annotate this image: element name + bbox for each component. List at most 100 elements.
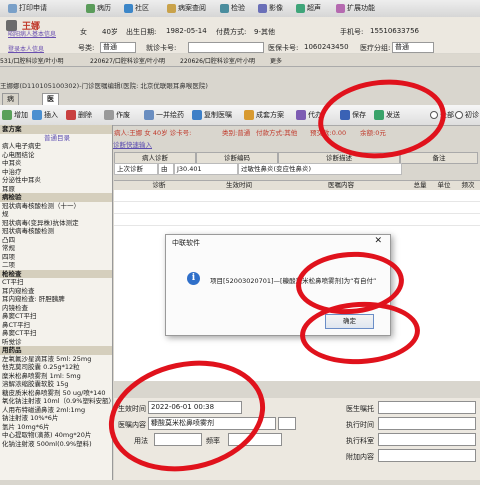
catalog-item[interactable]: 二项 — [0, 261, 112, 270]
image-button[interactable]: 影像 — [258, 3, 283, 13]
type-label: 号类: — [78, 44, 95, 52]
exec-time-field[interactable] — [378, 417, 476, 430]
ultrasound-button[interactable]: 超声 — [296, 3, 321, 13]
exec-dept-field[interactable] — [378, 433, 476, 446]
col-header: 单位 — [432, 181, 457, 190]
close-icon[interactable]: ✕ — [374, 236, 382, 246]
community-button[interactable]: 社区 — [124, 3, 149, 13]
card-field[interactable] — [188, 42, 264, 53]
catalog-item[interactable]: 规 — [0, 210, 112, 219]
age-value: 40岁 — [102, 28, 118, 36]
recent-visits-row: 531/口腔科诊室/叶小明 220627/口腔科诊室/叶小明 220626/口腔… — [0, 54, 480, 67]
diag-row-code[interactable]: J30.401 — [174, 163, 238, 175]
info-type: 类别:普通 — [222, 129, 251, 137]
exec-time-label: 执行时间 — [346, 421, 374, 429]
visit-tab[interactable]: 531/口腔科诊室/叶小明 — [0, 56, 64, 65]
diag-row-label[interactable]: 上次诊断 — [114, 163, 158, 175]
catalog-item[interactable]: 糖皮质米松鼻喷雾剂 50 ug/喷*140 — [0, 389, 112, 398]
diagnosis-quick-link[interactable]: 诊断快速输入 — [113, 139, 152, 149]
catalog-category[interactable]: 用药品 — [0, 346, 112, 355]
catalog-item[interactable]: 耳内窥检查 — [0, 287, 112, 296]
print-request-button[interactable]: 打印申请 — [8, 3, 47, 13]
merge-button[interactable]: 一并绘药 — [144, 110, 184, 120]
catalog-item[interactable]: 中心提取物(滴蒸) 40mg*20片 — [0, 431, 112, 440]
visit-tab[interactable]: 220627/口腔科诊室/叶小明 — [90, 56, 165, 65]
catalog-item[interactable]: 糜米松鼻喷雾剂 1ml: 5mg — [0, 372, 112, 381]
visit-tab[interactable]: 220626/口腔科诊室/叶小明 — [180, 56, 255, 65]
med-card-label: 医保卡号: — [268, 44, 299, 52]
community-icon — [124, 3, 133, 13]
login-info-link[interactable]: 登录本人信息 — [8, 44, 44, 53]
insert-button[interactable]: 插入 — [32, 110, 58, 120]
extend-icon — [336, 3, 345, 13]
catalog-item[interactable]: 凸四 — [0, 236, 112, 245]
package-icon — [244, 110, 254, 120]
doctor-note-field[interactable] — [378, 401, 476, 414]
catalog-item[interactable]: CT平扫 — [0, 278, 112, 287]
catalog-item[interactable]: 耳原 — [0, 185, 112, 194]
package-button[interactable]: 成套方案 — [244, 110, 284, 120]
catalog-category[interactable]: 套方案 — [0, 125, 112, 134]
catalog-item[interactable]: 听觉诊 — [0, 338, 112, 347]
card-label: 就诊卡号: — [146, 44, 177, 52]
catalog-item[interactable]: 冠状病毒核酸检测 — [0, 227, 112, 236]
catalog-item[interactable]: 耳内窥检查: 肝胆胰脾 — [0, 295, 112, 304]
catalog-item[interactable]: 溶解浓缩胶囊软胶 15g — [0, 380, 112, 389]
catalog-item[interactable]: 冠状病毒核酸检测（十一） — [0, 202, 112, 211]
image-icon — [258, 3, 267, 13]
catalog-item[interactable]: 心电图结论 — [0, 151, 112, 160]
merge-icon — [144, 110, 154, 120]
catalog-item[interactable]: 病人电子病史 — [0, 142, 112, 151]
catalog-category[interactable]: 枪检查 — [0, 269, 112, 278]
catalog-item[interactable]: 氧化钠注射液 10ml（0.9%塑料安瓿） — [0, 397, 112, 406]
catalog-item[interactable]: 左氧氟沙星滴耳液 5ml: 25mg — [0, 355, 112, 364]
info-icon: i — [187, 272, 200, 285]
group-field[interactable]: 普通 — [392, 42, 434, 53]
archive-icon — [167, 3, 176, 13]
doctor-note-label: 医生嘱托 — [346, 405, 374, 413]
insert-icon — [32, 110, 42, 120]
group-label: 医疗分组: — [360, 44, 391, 52]
info-patient: 病人:王娜 女 40岁 诊卡号: — [114, 129, 192, 137]
void-button[interactable]: 作废 — [104, 110, 130, 120]
catalog-item[interactable]: 鼻窦CT平扫 — [0, 329, 112, 338]
catalog-item[interactable]: 普通目录 — [0, 134, 112, 143]
first-visit-radio[interactable]: 初诊 — [455, 110, 479, 120]
diag-row-desc[interactable]: 过敏性鼻炎(变应性鼻炎) — [238, 163, 402, 175]
catalog-item[interactable]: 四项 — [0, 253, 112, 262]
catalog-item[interactable]: 中耳炎 — [0, 159, 112, 168]
archive-button[interactable]: 病案查阅 — [167, 3, 206, 13]
copy-order-button[interactable]: 复制医嘱 — [192, 110, 232, 120]
catalog-item[interactable]: 鼻CT平扫 — [0, 321, 112, 330]
catalog-item[interactable]: 氢片 10mg*6片 — [0, 423, 112, 432]
type-field[interactable]: 普通 — [100, 42, 136, 53]
catalog-item[interactable]: 鼻窦CT平扫 — [0, 312, 112, 321]
catalog-item[interactable]: 冠状病毒(变异株)抗体测定 — [0, 219, 112, 228]
catalog-item[interactable]: 分泌性中耳炎 — [0, 176, 112, 185]
birth-value: 1982-05-14 — [166, 27, 207, 35]
ultrasound-icon — [296, 3, 305, 13]
catalog-item[interactable]: 内镜检查 — [0, 304, 112, 313]
add-button[interactable]: 增加 — [2, 110, 28, 120]
left-catalog-panel: 套方案 普通目录 病人电子病史 心电图结论 中耳炎 中治疗 分泌性中耳炎 耳原 病检验 冠状病毒核… — [0, 125, 113, 480]
catalog-item[interactable]: 他克莫司胶囊 0.25g*12粒 — [0, 363, 112, 372]
record-icon — [86, 3, 95, 13]
catalog-item[interactable]: 常规 — [0, 244, 112, 253]
catalog-item[interactable]: 化钠注射液 500ml(0.9%塑料) — [0, 440, 112, 449]
catalog-item[interactable]: 中治疗 — [0, 168, 112, 177]
delete-button[interactable]: 删除 — [66, 110, 92, 120]
content-dropdown[interactable] — [278, 417, 296, 430]
patient-info-link[interactable]: 昭阳病人基本信息 — [8, 29, 56, 38]
catalog-category[interactable]: 病检验 — [0, 193, 112, 202]
lab-button[interactable]: 检验 — [220, 3, 245, 13]
extend-button[interactable]: 扩展功能 — [336, 3, 375, 13]
col-header: 生效时间 — [204, 181, 275, 190]
col-header: 医嘱内容 — [274, 181, 409, 190]
catalog-item[interactable]: 钠注射液 10%*6片 — [0, 414, 112, 423]
copy-icon — [192, 110, 202, 120]
record-button[interactable]: 病历 — [86, 3, 111, 13]
row-divider — [114, 225, 480, 226]
visit-tab-more[interactable]: 更多 — [270, 56, 282, 65]
catalog-item[interactable]: 人用布特磁通鼻液 2ml:1mg — [0, 406, 112, 415]
extra-content-field[interactable] — [378, 449, 476, 462]
